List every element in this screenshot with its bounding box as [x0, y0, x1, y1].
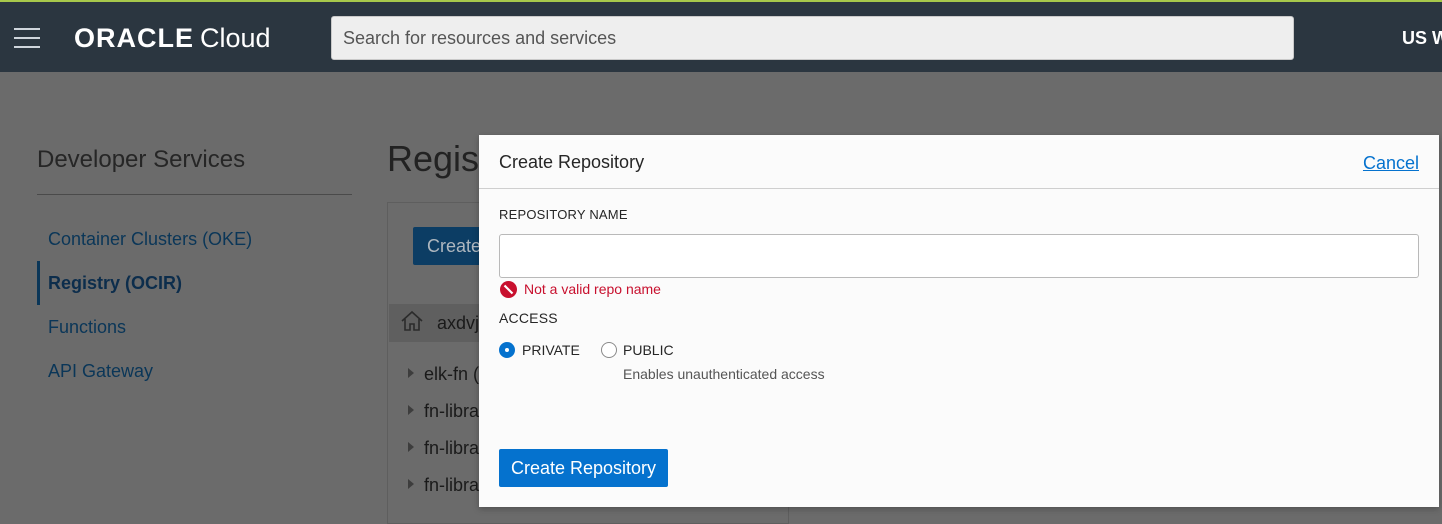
create-repository-button[interactable]: Create Repository: [499, 449, 668, 487]
region-selector[interactable]: US W: [1402, 28, 1442, 49]
brand-oracle-text: ORACLE: [74, 23, 194, 53]
private-radio-label[interactable]: PRIVATE: [522, 342, 580, 358]
cancel-link[interactable]: Cancel: [1363, 153, 1419, 174]
dialog-title: Create Repository: [499, 152, 645, 172]
page-title: Regist: [387, 138, 490, 179]
create-repository-dialog: Create Repository Cancel REPOSITORY NAME…: [479, 135, 1439, 507]
tree-item-label: fn-libra: [424, 401, 480, 421]
search-input[interactable]: [331, 16, 1294, 60]
top-navigation-bar: ORACLECloud US W: [0, 0, 1442, 72]
tree-item[interactable]: fn-libra: [408, 438, 479, 459]
private-radio[interactable]: [499, 342, 515, 358]
tree-item-label: elk-fn (: [424, 364, 480, 384]
tree-item-label: fn-libra: [424, 438, 480, 458]
sidebar-item-api-gateway[interactable]: API Gateway: [37, 349, 352, 393]
sidebar-item-functions[interactable]: Functions: [37, 305, 352, 349]
sidebar-item-registry[interactable]: Registry (OCIR): [37, 261, 352, 305]
sidebar: Developer Services Container Clusters (O…: [37, 140, 352, 393]
access-label: ACCESS: [499, 310, 558, 326]
home-icon: [401, 310, 423, 331]
dialog-header: Create Repository Cancel: [479, 135, 1439, 189]
tree-item[interactable]: elk-fn (: [408, 364, 479, 385]
hamburger-menu-icon[interactable]: [14, 28, 40, 48]
brand-cloud-text: Cloud: [200, 23, 271, 53]
validation-error: Not a valid repo name: [500, 280, 661, 298]
caret-right-icon: [408, 479, 414, 490]
caret-right-icon: [408, 405, 414, 416]
tree-item[interactable]: fn-libra: [408, 475, 479, 496]
public-radio-label[interactable]: PUBLIC: [623, 342, 674, 358]
tree-item[interactable]: fn-libra: [408, 401, 479, 422]
sidebar-list: Container Clusters (OKE) Registry (OCIR)…: [37, 217, 352, 393]
public-help-text: Enables unauthenticated access: [623, 366, 825, 382]
repository-name-label: REPOSITORY NAME: [499, 207, 628, 222]
repository-name-input[interactable]: [499, 234, 1419, 278]
sidebar-title: Developer Services: [37, 146, 246, 173]
oracle-cloud-logo[interactable]: ORACLE Cloud: [74, 22, 271, 54]
public-radio[interactable]: [601, 342, 617, 358]
caret-right-icon: [408, 368, 414, 379]
error-message: Not a valid repo name: [524, 281, 661, 297]
tree-item-label: fn-libra: [424, 475, 480, 495]
sidebar-item-container-clusters[interactable]: Container Clusters (OKE): [37, 217, 352, 261]
compartment-label: axdvj: [437, 313, 480, 333]
caret-right-icon: [408, 442, 414, 453]
error-icon: [500, 280, 517, 298]
sidebar-divider: [37, 194, 352, 195]
